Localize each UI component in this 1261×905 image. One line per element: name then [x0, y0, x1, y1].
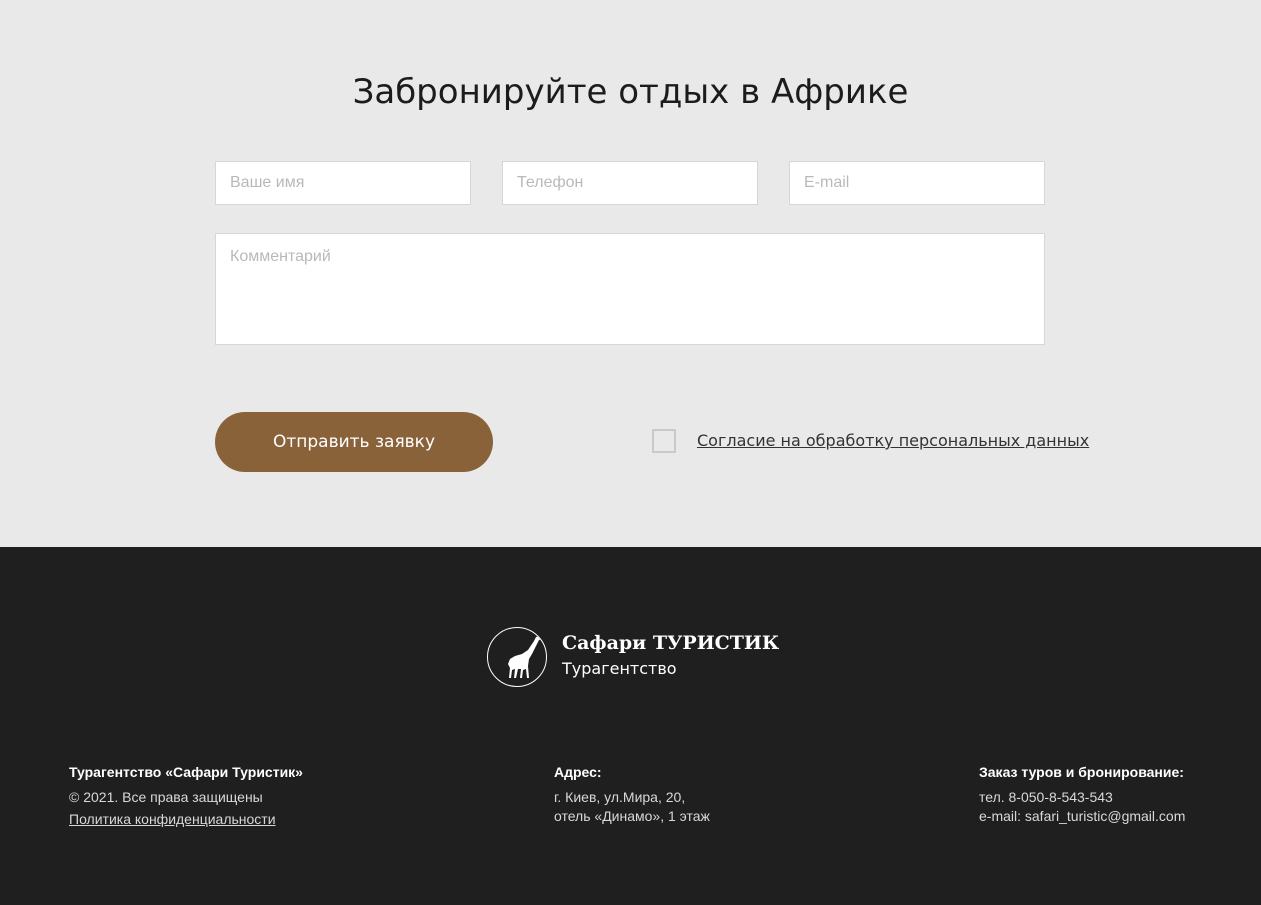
footer-contact-heading: Заказ туров и бронирование:	[979, 764, 1184, 780]
footer	[0, 547, 1261, 905]
name-field[interactable]	[215, 161, 471, 205]
comment-field[interactable]	[215, 233, 1045, 345]
email-field[interactable]	[789, 161, 1045, 205]
submit-button[interactable]: Отправить заявку	[215, 412, 493, 472]
footer-address-line2: отель «Динамо», 1 этаж	[554, 808, 710, 824]
footer-copyright: © 2021. Все права защищены	[69, 789, 263, 805]
phone-field[interactable]	[502, 161, 758, 205]
footer-phone: тел. 8-050-8-543-543	[979, 789, 1113, 805]
footer-company-heading: Турагентство «Сафари Туристик»	[69, 764, 303, 780]
consent-checkbox[interactable]	[652, 429, 676, 453]
booking-title: Забронируйте отдых в Африке	[352, 72, 909, 112]
footer-address-line1: г. Киев, ул.Мира, 20,	[554, 789, 686, 805]
footer-email: e-mail: safari_turistic@gmail.com	[979, 808, 1186, 824]
footer-logo-subtitle: Турагентство	[562, 659, 677, 678]
booking-section: Забронируйте отдых в Африке Отправить за…	[0, 0, 1261, 547]
footer-logo-title: Сафари ТУРИСТИК	[562, 632, 780, 654]
giraffe-icon	[487, 627, 547, 687]
consent-link[interactable]: Согласие на обработку персональных данны…	[697, 431, 1089, 450]
privacy-policy-link[interactable]: Политика конфиденциальности	[69, 811, 276, 827]
footer-address-heading: Адрес:	[554, 764, 602, 780]
